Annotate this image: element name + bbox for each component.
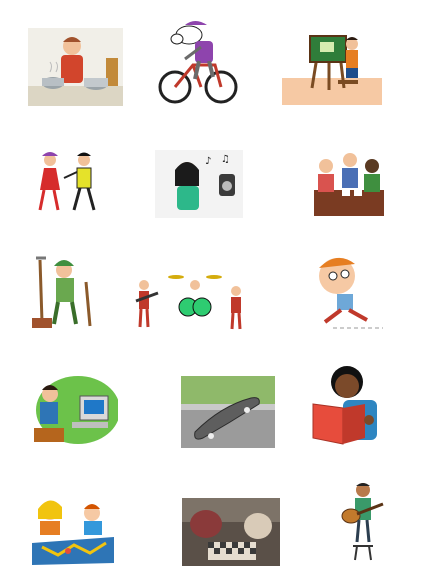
band-clipart bbox=[132, 267, 247, 332]
card-games-clipart bbox=[306, 148, 392, 220]
reading-clipart bbox=[307, 360, 385, 448]
guitar-clipart bbox=[337, 478, 389, 563]
painter-at-easel-icon bbox=[282, 35, 382, 105]
chef-with-pots-icon bbox=[28, 28, 123, 106]
people-playing-cards-icon bbox=[314, 153, 384, 216]
gardener-with-tools-icon bbox=[32, 256, 92, 328]
boy-playing-guitar-icon bbox=[341, 483, 384, 561]
painting-clipart bbox=[282, 18, 382, 105]
listening-music-clipart: ♪ ♫ bbox=[155, 150, 243, 218]
board-game-clipart bbox=[28, 493, 118, 565]
gardening-clipart bbox=[28, 252, 98, 332]
chess-photo bbox=[182, 498, 280, 566]
cycling-clipart bbox=[155, 17, 240, 105]
computer-clipart bbox=[28, 372, 118, 447]
boy-at-computer-icon bbox=[34, 376, 118, 444]
dancing-couple-icon bbox=[38, 152, 96, 211]
skateboard-photo bbox=[181, 376, 275, 448]
dancing-clipart bbox=[30, 150, 108, 215]
running-boy-icon bbox=[319, 257, 383, 329]
running-clipart bbox=[303, 250, 388, 332]
svg-text:♪: ♪ bbox=[205, 156, 211, 167]
cooking-clipart bbox=[28, 28, 123, 106]
kids-playing-board-game-icon bbox=[32, 500, 114, 565]
cyclist-on-bike-icon bbox=[158, 21, 238, 104]
boy-reading-book-icon bbox=[312, 366, 377, 445]
rock-band-icon bbox=[135, 275, 242, 330]
girl-with-music-player-icon: ♪ ♫ bbox=[155, 150, 243, 218]
kids-playing-chess-icon bbox=[182, 498, 280, 566]
svg-text:♫: ♫ bbox=[221, 154, 230, 165]
skateboard-icon bbox=[181, 376, 275, 448]
